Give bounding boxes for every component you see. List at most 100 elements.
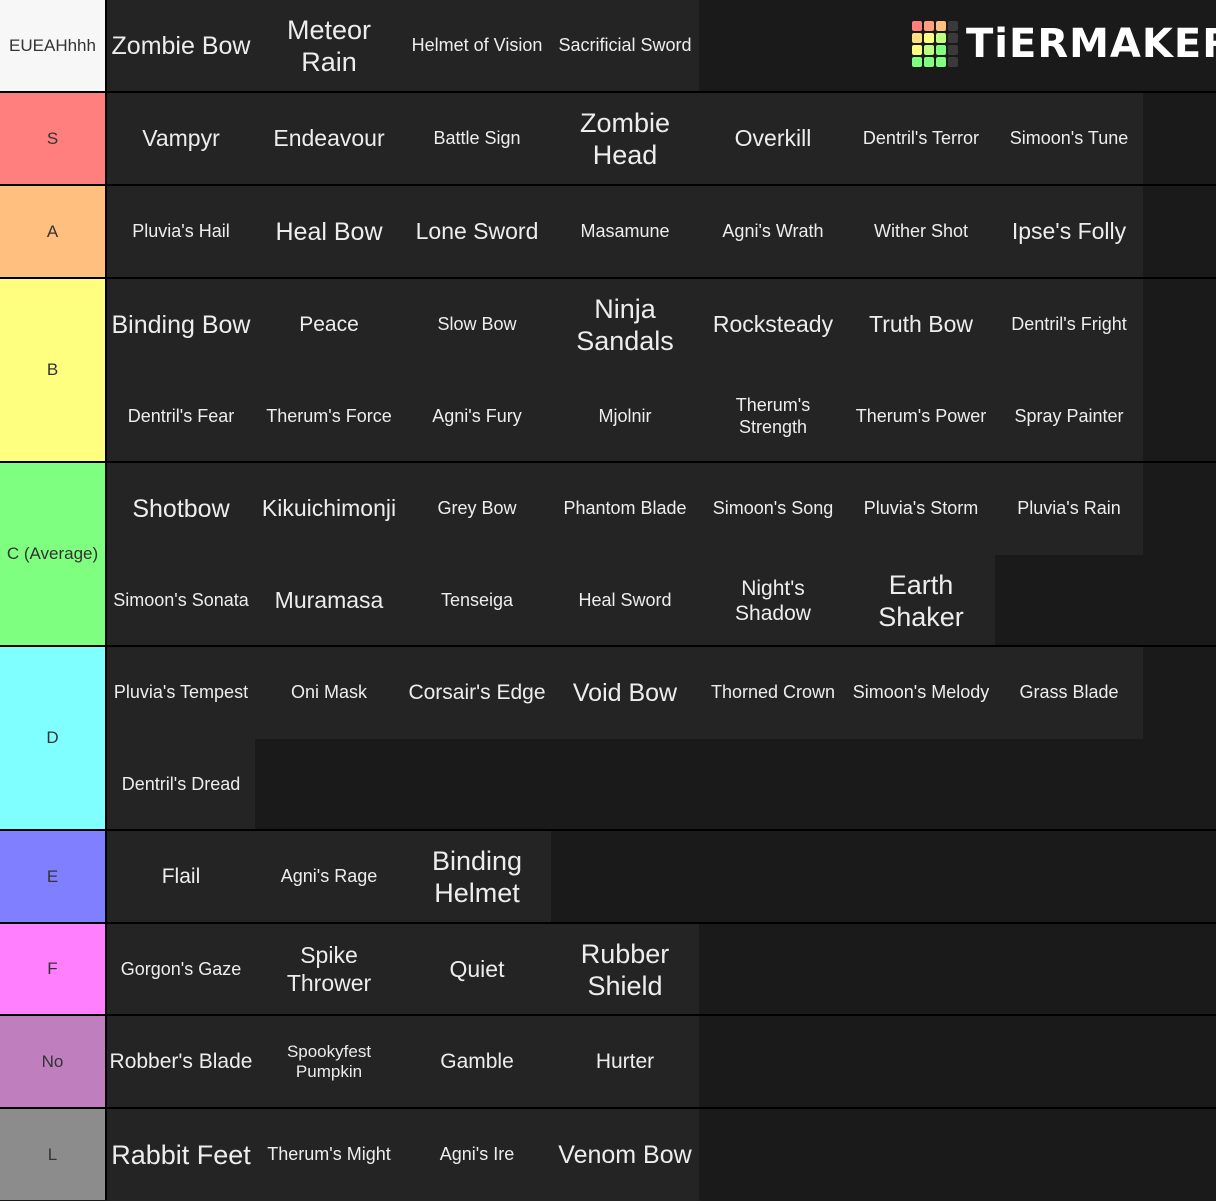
tier-item-binding-helmet[interactable]: Binding Helmet — [403, 831, 551, 923]
tier-item-hurter[interactable]: Hurter — [551, 1016, 699, 1108]
tier-item-label: Corsair's Edge — [408, 681, 546, 705]
logo-grid-square — [924, 33, 934, 43]
tier-item-label: Endeavour — [273, 125, 385, 152]
tier-item-pluvia-s-hail[interactable]: Pluvia's Hail — [107, 186, 255, 278]
tier-item-ninja-sandals[interactable]: Ninja Sandals — [551, 279, 699, 371]
tier-item-simoon-s-melody[interactable]: Simoon's Melody — [847, 647, 995, 739]
tier-item-sacrificial-sword[interactable]: Sacrificial Sword — [551, 0, 699, 92]
tier-item-dentril-s-dread[interactable]: Dentril's Dread — [107, 739, 255, 831]
tier-item-vampyr[interactable]: Vampyr — [107, 93, 255, 185]
tier-item-grey-bow[interactable]: Grey Bow — [403, 463, 551, 555]
tier-item-heal-bow[interactable]: Heal Bow — [255, 186, 403, 278]
tier-item-thorned-crown[interactable]: Thorned Crown — [699, 647, 847, 739]
tier-item-mjolnir[interactable]: Mjolnir — [551, 371, 699, 463]
tier-item-zombie-head[interactable]: Zombie Head — [551, 93, 699, 185]
logo-grid-square — [948, 57, 958, 67]
tier-item-flail[interactable]: Flail — [107, 831, 255, 923]
tier-item-pluvia-s-rain[interactable]: Pluvia's Rain — [995, 463, 1143, 555]
tier-label[interactable]: EUEAHhhh — [0, 0, 107, 91]
tier-label[interactable]: A — [0, 186, 107, 277]
tier-label[interactable]: L — [0, 1109, 107, 1200]
tier-item-pluvia-s-tempest[interactable]: Pluvia's Tempest — [107, 647, 255, 739]
tier-item-rubber-shield[interactable]: Rubber Shield — [551, 924, 699, 1016]
tier-item-quiet[interactable]: Quiet — [403, 924, 551, 1016]
tier-item-corsair-s-edge[interactable]: Corsair's Edge — [403, 647, 551, 739]
tier-item-tenseiga[interactable]: Tenseiga — [403, 555, 551, 647]
tier-row-d: D Pluvia's Tempest Oni Mask Corsair's Edge V… — [0, 647, 1216, 831]
tier-item-phantom-blade[interactable]: Phantom Blade — [551, 463, 699, 555]
tier-item-overkill[interactable]: Overkill — [699, 93, 847, 185]
tier-item-endeavour[interactable]: Endeavour — [255, 93, 403, 185]
tier-item-slow-bow[interactable]: Slow Bow — [403, 279, 551, 371]
tier-item-agni-s-wrath[interactable]: Agni's Wrath — [699, 186, 847, 278]
tier-item-meteor-rain[interactable]: Meteor Rain — [255, 0, 403, 92]
tier-item-gamble[interactable]: Gamble — [403, 1016, 551, 1108]
logo-grid-square — [912, 45, 922, 55]
tier-label[interactable]: C (Average) — [0, 463, 107, 645]
tier-item-venom-bow[interactable]: Venom Bow — [551, 1109, 699, 1201]
tier-item-label: Helmet of Vision — [411, 35, 543, 56]
logo-grid-icon — [912, 21, 958, 67]
tier-item-earth-shaker[interactable]: Earth Shaker — [847, 555, 995, 647]
tier-item-therum-s-might[interactable]: Therum's Might — [255, 1109, 403, 1201]
tier-label[interactable]: B — [0, 279, 107, 461]
tier-item-dentril-s-fright[interactable]: Dentril's Fright — [995, 279, 1143, 371]
tier-item-night-s-shadow[interactable]: Night's Shadow — [699, 555, 847, 647]
tier-item-ipse-s-folly[interactable]: Ipse's Folly — [995, 186, 1143, 278]
tier-item-label: Rubber Shield — [580, 938, 670, 1001]
tier-item-binding-bow[interactable]: Binding Bow — [107, 279, 255, 371]
tier-label[interactable]: E — [0, 831, 107, 922]
tier-item-kikuichimonji[interactable]: Kikuichimonji — [255, 463, 403, 555]
tier-item-gorgon-s-gaze[interactable]: Gorgon's Gaze — [107, 924, 255, 1016]
tier-item-muramasa[interactable]: Muramasa — [255, 555, 403, 647]
tier-item-battle-sign[interactable]: Battle Sign — [403, 93, 551, 185]
tier-item-rocksteady[interactable]: Rocksteady — [699, 279, 847, 371]
tier-item-therum-s-force[interactable]: Therum's Force — [255, 371, 403, 463]
tier-item-agni-s-fury[interactable]: Agni's Fury — [403, 371, 551, 463]
logo-grid-square — [924, 45, 934, 55]
tier-item-masamune[interactable]: Masamune — [551, 186, 699, 278]
tier-item-label: Grass Blade — [1019, 682, 1119, 703]
tier-label[interactable]: No — [0, 1016, 107, 1107]
tier-items: Binding Bow Peace Slow Bow Ninja Sandals Roc… — [107, 279, 1216, 463]
tier-item-grass-blade[interactable]: Grass Blade — [995, 647, 1143, 739]
tier-item-simoon-s-song[interactable]: Simoon's Song — [699, 463, 847, 555]
tier-item-robber-s-blade[interactable]: Robber's Blade — [107, 1016, 255, 1108]
tier-item-label: Therum's Force — [266, 406, 392, 427]
tier-item-therum-s-strength[interactable]: Therum's Strength — [699, 371, 847, 463]
tier-item-shotbow[interactable]: Shotbow — [107, 463, 255, 555]
tier-item-dentril-s-fear[interactable]: Dentril's Fear — [107, 371, 255, 463]
tier-item-dentril-s-terror[interactable]: Dentril's Terror — [847, 93, 995, 185]
tier-item-zombie-bow[interactable]: Zombie Bow — [107, 0, 255, 92]
tier-item-label: Oni Mask — [290, 682, 368, 703]
tier-item-label: Mjolnir — [598, 406, 652, 427]
tier-item-helmet-of-vision[interactable]: Helmet of Vision — [403, 0, 551, 92]
tier-item-simoon-s-sonata[interactable]: Simoon's Sonata — [107, 555, 255, 647]
tier-item-pluvia-s-storm[interactable]: Pluvia's Storm — [847, 463, 995, 555]
tier-item-label: Wither Shot — [873, 221, 969, 242]
tier-item-simoon-s-tune[interactable]: Simoon's Tune — [995, 93, 1143, 185]
tier-item-spike-thrower[interactable]: Spike Thrower — [255, 924, 403, 1016]
tier-row-e: E Flail Agni's Rage Binding Helmet — [0, 831, 1216, 923]
tier-item-label: Heal Sword — [578, 590, 672, 611]
tier-items: Gorgon's Gaze Spike Thrower Quiet Rubber Sh… — [107, 924, 1216, 1016]
tier-item-void-bow[interactable]: Void Bow — [551, 647, 699, 739]
logo-grid-square — [936, 21, 946, 31]
tier-item-spray-painter[interactable]: Spray Painter — [995, 371, 1143, 463]
tier-item-truth-bow[interactable]: Truth Bow — [847, 279, 995, 371]
tier-item-spookyfest-pumpkin[interactable]: Spookyfest Pumpkin — [255, 1016, 403, 1108]
tier-label[interactable]: S — [0, 93, 107, 184]
tier-item-therum-s-power[interactable]: Therum's Power — [847, 371, 995, 463]
tier-label[interactable]: F — [0, 924, 107, 1014]
tier-item-wither-shot[interactable]: Wither Shot — [847, 186, 995, 278]
tier-label[interactable]: D — [0, 647, 107, 829]
tier-item-heal-sword[interactable]: Heal Sword — [551, 555, 699, 647]
tier-item-agni-s-ire[interactable]: Agni's Ire — [403, 1109, 551, 1201]
tier-item-rabbit-feet[interactable]: Rabbit Feet — [107, 1109, 255, 1201]
tier-item-agni-s-rage[interactable]: Agni's Rage — [255, 831, 403, 923]
tier-item-label: Simoon's Melody — [852, 682, 990, 703]
tier-item-oni-mask[interactable]: Oni Mask — [255, 647, 403, 739]
tier-item-label: Dentril's Terror — [862, 128, 980, 149]
tier-item-lone-sword[interactable]: Lone Sword — [403, 186, 551, 278]
tier-item-peace[interactable]: Peace — [255, 279, 403, 371]
